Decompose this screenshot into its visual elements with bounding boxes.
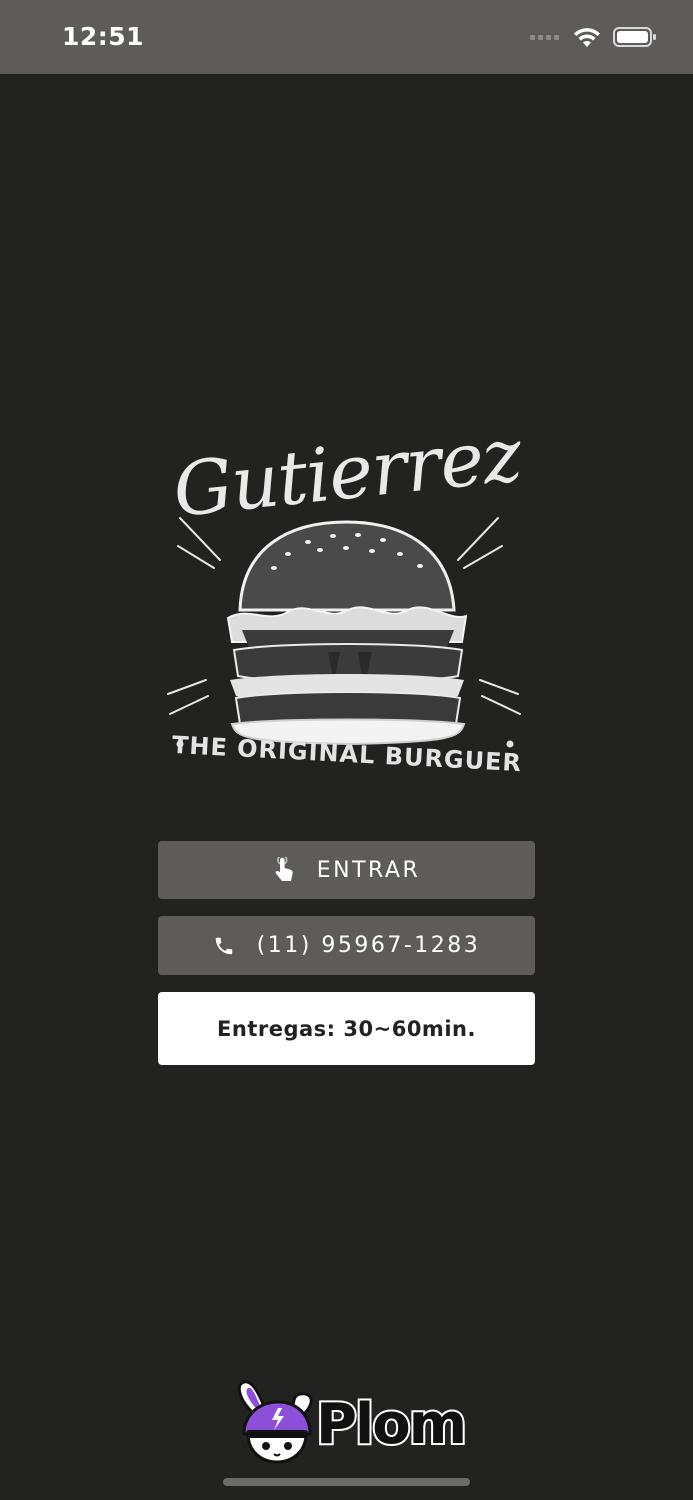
status-time: 12:51 [62, 22, 145, 51]
home-indicator[interactable] [223, 1478, 470, 1486]
status-icons [530, 26, 657, 48]
status-bar: 12:51 [0, 0, 693, 74]
battery-icon [613, 27, 656, 47]
wifi-icon [574, 28, 600, 47]
bunny-helmet-logo [237, 1380, 313, 1464]
tap-hand-icon [273, 857, 295, 883]
delivery-time-badge: Entregas: 30~60min. [158, 992, 535, 1065]
plom-wordmark: Plom [314, 1390, 469, 1459]
delivery-time-label: Entregas: 30~60min. [217, 1016, 476, 1041]
enter-button[interactable]: ENTRAR [158, 841, 535, 899]
enter-button-label: ENTRAR [316, 857, 421, 883]
phone-button-label: (11) 95967-1283 [256, 933, 481, 958]
phone-icon [213, 935, 235, 957]
restaurant-logo: Gutierrez THE ORIGINAL BURGUER [158, 412, 536, 802]
phone-button[interactable]: (11) 95967-1283 [158, 916, 535, 975]
signal-icon [530, 34, 559, 40]
plom-logo: Plom [230, 1378, 469, 1468]
